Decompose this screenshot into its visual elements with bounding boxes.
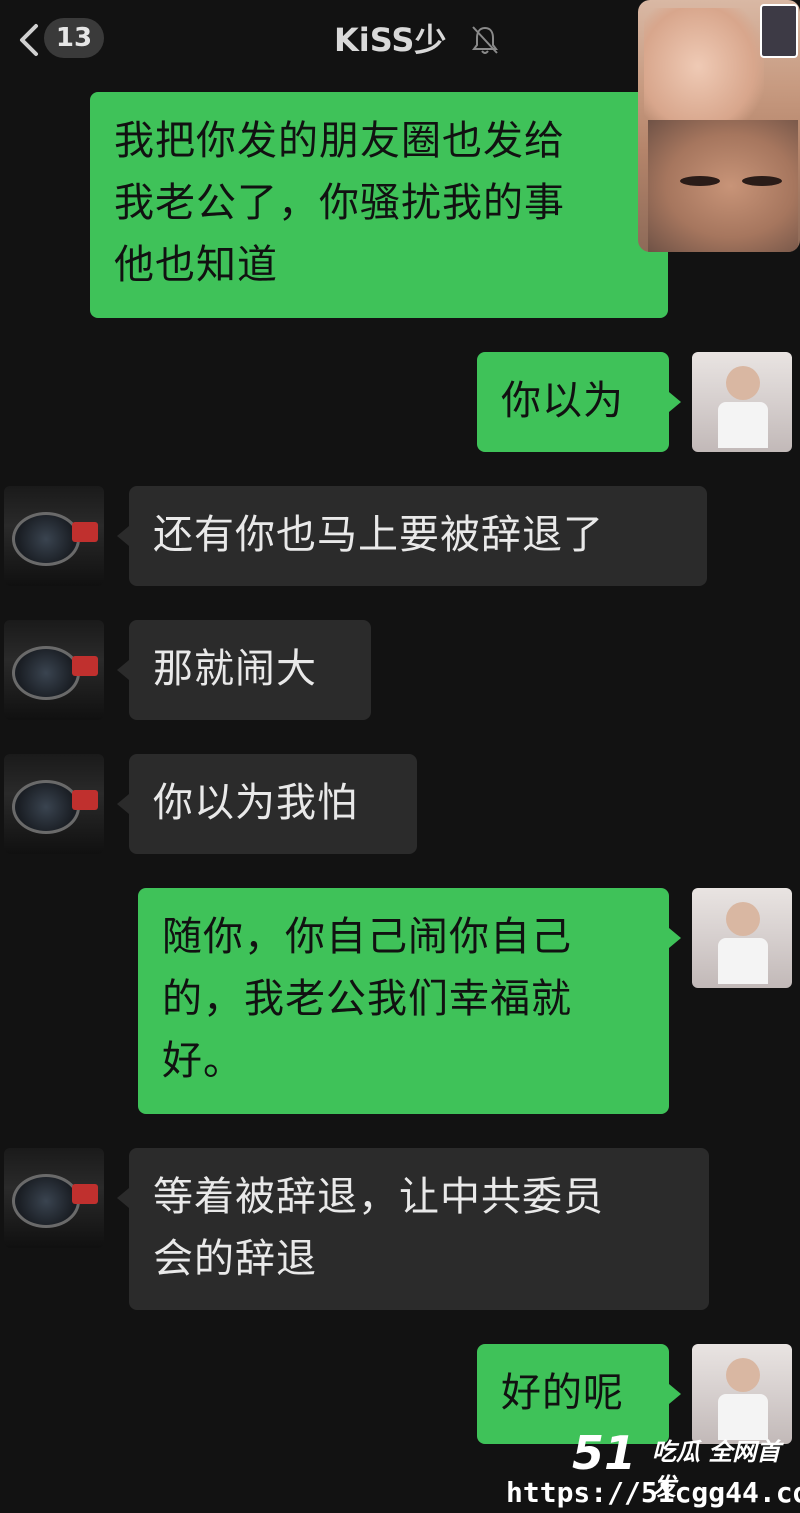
- contact-avatar[interactable]: [4, 620, 104, 720]
- pip-self-view[interactable]: [760, 4, 798, 58]
- contact-avatar[interactable]: [4, 1148, 104, 1248]
- contact-avatar[interactable]: [4, 754, 104, 854]
- bubble-tail: [117, 526, 129, 546]
- chat-title: KiSS少: [334, 21, 447, 59]
- contact-avatar[interactable]: [4, 486, 104, 586]
- bubble-tail: [117, 1188, 129, 1208]
- bubble-tail: [669, 1384, 681, 1404]
- pip-video-frame: [644, 8, 764, 138]
- unread-count-badge[interactable]: 13: [44, 18, 104, 58]
- message-bubble-outgoing[interactable]: 随你，你自己闹你自己 的，我老公我们幸福就 好。: [138, 888, 669, 1114]
- bubble-tail: [669, 392, 681, 412]
- self-avatar[interactable]: [692, 888, 792, 988]
- watermark-url[interactable]: https://51cgg44.com: [506, 1476, 800, 1509]
- pip-video-frame-face: [648, 120, 798, 252]
- pip-eye: [680, 176, 720, 186]
- bubble-tail: [117, 660, 129, 680]
- message-bubble-incoming[interactable]: 还有你也马上要被辞退了: [129, 486, 707, 586]
- watermark-brand-number: 51: [572, 1426, 637, 1480]
- back-chevron-icon[interactable]: [14, 20, 46, 60]
- message-bubble-outgoing[interactable]: 你以为: [477, 352, 669, 452]
- bubble-tail: [117, 794, 129, 814]
- message-bubble-incoming[interactable]: 那就闹大: [129, 620, 371, 720]
- pip-eye: [742, 176, 782, 186]
- watermark-brand-text: 吃瓜: [652, 1438, 700, 1466]
- message-bubble-incoming[interactable]: 等着被辞退，让中共委员 会的辞退: [129, 1148, 709, 1310]
- mute-bell-icon: [472, 26, 498, 54]
- bubble-tail: [669, 928, 681, 948]
- video-call-pip[interactable]: [638, 0, 800, 252]
- message-bubble-outgoing[interactable]: 我把你发的朋友圈也发给 我老公了，你骚扰我的事 他也知道: [90, 92, 668, 318]
- self-avatar[interactable]: [692, 352, 792, 452]
- message-bubble-incoming[interactable]: 你以为我怕: [129, 754, 417, 854]
- self-avatar[interactable]: [692, 1344, 792, 1444]
